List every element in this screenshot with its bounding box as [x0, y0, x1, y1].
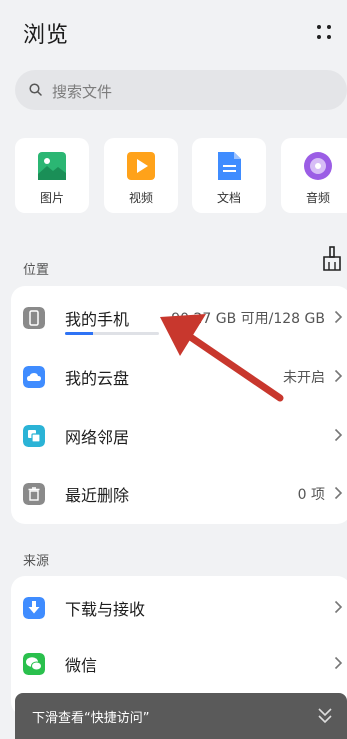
cloud-status: 未开启	[283, 370, 325, 386]
double-chevron-down-icon	[318, 708, 332, 724]
storage-progress-fill	[65, 332, 94, 335]
category-documents[interactable]: 文档	[192, 138, 266, 213]
location-recently-deleted[interactable]: 最近删除 0 项	[11, 464, 347, 522]
image-icon	[38, 152, 66, 180]
source-name: 微信	[65, 656, 98, 675]
quick-access-toast[interactable]: 下滑查看“快捷访问”	[15, 693, 347, 739]
category-images[interactable]: 图片	[15, 138, 89, 213]
chevron-right-icon	[334, 486, 343, 500]
locations-card: 我的手机 90.27 GB 可用/128 GB 我的云盘 未开启 网络邻居 最近…	[11, 286, 347, 524]
chevron-right-icon	[334, 600, 343, 614]
location-my-phone[interactable]: 我的手机 90.27 GB 可用/128 GB	[11, 288, 347, 346]
category-label: 图片	[39, 191, 64, 205]
cloud-icon	[23, 366, 45, 388]
category-label: 音频	[305, 191, 330, 205]
storage-progress	[65, 332, 159, 335]
category-label: 文档	[216, 191, 241, 205]
location-name: 网络邻居	[65, 428, 130, 447]
source-name: 下载与接收	[65, 600, 146, 619]
search-icon	[29, 83, 42, 96]
search-bar[interactable]: 搜索文件	[15, 70, 347, 110]
video-icon	[127, 152, 155, 180]
page-title: 浏览	[23, 23, 70, 48]
phone-icon	[23, 307, 45, 329]
wechat-icon	[23, 653, 45, 675]
broom-icon[interactable]	[322, 246, 342, 272]
search-placeholder: 搜索文件	[52, 83, 113, 101]
deleted-count: 0 项	[297, 487, 325, 503]
header: 浏览	[23, 17, 333, 48]
audio-icon	[304, 152, 332, 180]
source-wechat[interactable]: 微信	[11, 634, 347, 692]
location-name: 我的手机	[65, 310, 130, 329]
toast-text: 下滑查看“快捷访问”	[32, 711, 150, 726]
storage-info: 90.27 GB 可用/128 GB	[171, 311, 325, 327]
download-icon	[23, 597, 45, 619]
chevron-right-icon	[334, 310, 343, 324]
trash-icon	[23, 483, 45, 505]
category-grid: 图片 视频 文档 音频	[15, 138, 347, 213]
location-name: 最近删除	[65, 486, 130, 505]
document-icon	[218, 152, 241, 180]
chevron-right-icon	[334, 369, 343, 383]
more-dots-icon[interactable]	[317, 25, 333, 41]
category-label: 视频	[128, 191, 153, 205]
chevron-right-icon	[334, 428, 343, 442]
chevron-right-icon	[334, 656, 343, 670]
section-label-locations: 位置	[23, 263, 50, 278]
network-icon	[23, 425, 45, 447]
section-label-sources: 来源	[23, 554, 50, 569]
category-audio[interactable]: 音频	[281, 138, 347, 213]
category-videos[interactable]: 视频	[104, 138, 178, 213]
location-cloud-drive[interactable]: 我的云盘 未开启	[11, 347, 347, 405]
location-name: 我的云盘	[65, 369, 130, 388]
source-downloads[interactable]: 下载与接收	[11, 578, 347, 636]
location-network-neighborhood[interactable]: 网络邻居	[11, 406, 347, 464]
